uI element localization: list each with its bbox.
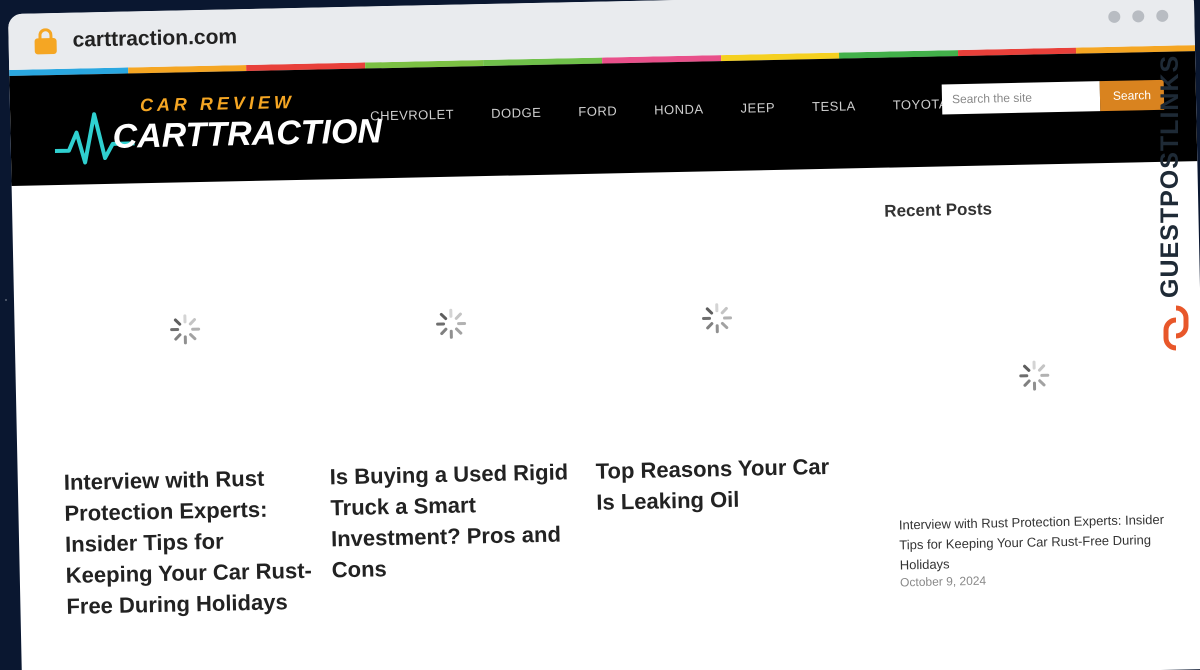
site-logo[interactable]: CAR REVIEW CARTTRACTION [54,87,382,173]
guestpostlinks-logo-icon [1163,305,1189,351]
browser-window: carttraction.com CAR REVIEW CARTTRACTION… [8,0,1200,670]
window-controls [1108,9,1169,23]
lock-icon [34,28,57,55]
search-button[interactable]: Search [1099,79,1165,112]
spinner-icon [170,314,201,345]
sidebar-post-title[interactable]: Interview with Rust Protection Experts: … [899,510,1175,576]
search-input[interactable] [941,81,1101,115]
url-text[interactable]: carttraction.com [72,25,237,52]
nav-ford[interactable]: FORD [578,103,617,119]
post-title[interactable]: Is Buying a Used Rigid Truck a Smart Inv… [329,456,582,585]
post-title[interactable]: Interview with Rust Protection Experts: … [63,462,316,622]
spinner-icon [701,303,733,334]
search-form: Search [941,79,1165,115]
nav-dodge[interactable]: DODGE [491,105,541,121]
guestpostlinks-watermark: GUESTPOSTLINKS [1156,54,1196,358]
nav-tesla[interactable]: TESLA [812,98,856,114]
sidebar-heading: Recent Posts [884,199,993,221]
window-dot[interactable] [1108,10,1121,23]
nav-chevrolet[interactable]: CHEVROLET [370,107,454,124]
post-title[interactable]: Top Reasons Your Car Is Leaking Oil [595,451,846,518]
window-dot[interactable] [1156,9,1169,22]
spinner-icon [436,308,467,339]
nav-jeep[interactable]: JEEP [740,100,775,116]
nav-toyota[interactable]: TOYOTA [893,96,949,112]
logo-tagline: CAR REVIEW [139,92,296,116]
window-dot[interactable] [1132,10,1145,23]
watermark-text: GUESTPOSTLINKS [1156,54,1184,298]
sidebar-post[interactable]: Interview with Rust Protection Experts: … [899,510,1175,590]
main-nav: CHEVROLET DODGE FORD HONDA JEEP TESLA TO… [370,96,948,123]
spinner-icon [1019,360,1050,391]
main-content: Interview with Rust Protection Experts: … [12,161,1200,666]
nav-honda[interactable]: HONDA [654,101,704,117]
logo-wordmark: CARTTRACTION [112,112,383,156]
